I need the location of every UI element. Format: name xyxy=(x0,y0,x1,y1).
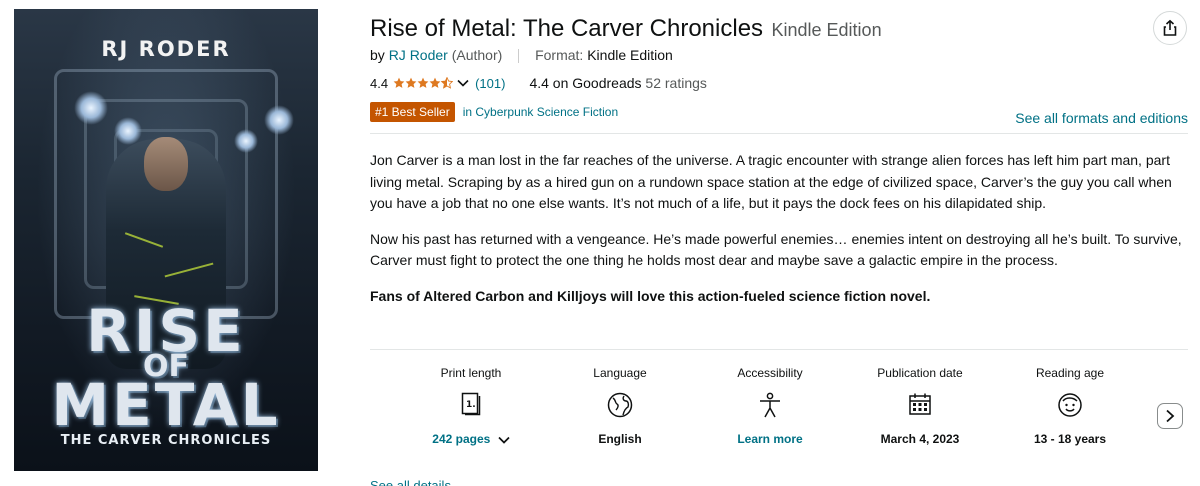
goodreads-rating: 4.4 on Goodreads 52 ratings xyxy=(529,75,706,91)
cover-title-metal: METAL xyxy=(51,371,281,439)
detail-label: Language xyxy=(593,366,647,380)
detail-label: Publication date xyxy=(877,366,963,380)
cover-light xyxy=(234,129,258,153)
chevron-right-icon xyxy=(1166,409,1175,423)
detail-print-length: Print length 1. 242 pages xyxy=(401,366,541,446)
carousel-next-button[interactable] xyxy=(1157,403,1183,429)
rating-row: 4.4 (101) 4.4 on Goodreads 52 ratings xyxy=(370,75,707,91)
language-value: English xyxy=(598,432,642,446)
cover-figure-head xyxy=(144,137,188,191)
format-value: Kindle Edition xyxy=(587,47,673,63)
best-seller-category-link[interactable]: in Cyberpunk Science Fiction xyxy=(463,105,618,119)
cover-light xyxy=(264,105,294,135)
best-seller-row: #1 Best Seller in Cyberpunk Science Fict… xyxy=(370,102,618,122)
byline-separator xyxy=(518,49,520,64)
byline: by RJ Roder (Author) Format: Kindle Edit… xyxy=(370,47,673,64)
goodreads-count: 52 ratings xyxy=(645,75,707,91)
product-details-carousel: Print length 1. 242 pages Language Engli… xyxy=(370,366,1150,466)
rating-count-link[interactable]: (101) xyxy=(475,76,505,91)
print-length-value: 242 pages xyxy=(432,432,491,446)
see-all-details-link[interactable]: See all details xyxy=(370,478,451,486)
reading-age-value: 13 - 18 years xyxy=(1033,432,1107,446)
divider xyxy=(370,349,1188,350)
share-icon xyxy=(1163,19,1177,36)
author-role: (Author) xyxy=(451,47,503,63)
description-tagline: Fans of Altered Carbon and Killjoys will… xyxy=(370,287,931,304)
product-edition: Kindle Edition xyxy=(771,20,882,40)
book-pages-icon: 1. xyxy=(461,392,481,416)
print-length-dropdown[interactable]: 242 pages xyxy=(401,432,541,446)
product-title: Rise of Metal: The Carver Chronicles xyxy=(370,15,764,42)
publication-date-value: March 4, 2023 xyxy=(880,432,960,446)
product-title-row: Rise of Metal: The Carver Chronicles Kin… xyxy=(370,15,882,43)
see-all-formats-link[interactable]: See all formats and editions xyxy=(1015,110,1188,126)
description-paragraph: Jon Carver is a man lost in the far reac… xyxy=(370,152,1172,211)
star-half-icon xyxy=(441,77,454,89)
detail-reading-age: Reading age 13 - 18 years xyxy=(1000,366,1140,446)
best-seller-badge[interactable]: #1 Best Seller xyxy=(370,102,455,122)
rating-value: 4.4 xyxy=(370,75,389,91)
share-button[interactable] xyxy=(1153,11,1187,45)
accessibility-learn-more-link[interactable]: Learn more xyxy=(700,432,840,446)
accessibility-icon xyxy=(760,392,780,418)
calendar-icon xyxy=(909,393,931,415)
detail-accessibility: Accessibility Learn more xyxy=(700,366,840,446)
description-paragraph: Now his past has returned with a vengean… xyxy=(370,230,1182,269)
author-link[interactable]: RJ Roder xyxy=(389,47,448,63)
detail-label: Accessibility xyxy=(737,366,803,380)
detail-label: Print length xyxy=(440,366,502,380)
cover-subtitle: THE CARVER CHRONICLES xyxy=(60,433,272,448)
star-full-icon xyxy=(417,77,429,88)
star-full-icon xyxy=(429,77,441,88)
byline-prefix: by xyxy=(370,47,385,63)
globe-icon xyxy=(607,392,633,418)
star-rating[interactable] xyxy=(393,77,454,89)
chevron-down-icon[interactable] xyxy=(457,79,469,87)
chevron-down-icon xyxy=(498,436,510,444)
child-face-icon xyxy=(1058,393,1082,417)
star-full-icon xyxy=(393,77,405,88)
detail-publication-date: Publication date March 4, 2023 xyxy=(850,366,990,446)
goodreads-rating-text: 4.4 on Goodreads xyxy=(529,75,642,91)
cover-author-text: RJ RODER xyxy=(101,37,231,61)
divider xyxy=(370,133,1188,134)
detail-language: Language English xyxy=(550,366,690,446)
format-label: Format: xyxy=(535,47,584,63)
star-full-icon xyxy=(405,77,417,88)
cover-light xyxy=(114,117,142,145)
svg-text:1.: 1. xyxy=(466,400,476,410)
book-cover-image[interactable]: RJ RODER RISE OF METAL THE CARVER CHRONI… xyxy=(14,9,318,471)
cover-light xyxy=(74,91,108,125)
book-description: Jon Carver is a man lost in the far reac… xyxy=(370,150,1190,321)
detail-label: Reading age xyxy=(1035,366,1105,380)
